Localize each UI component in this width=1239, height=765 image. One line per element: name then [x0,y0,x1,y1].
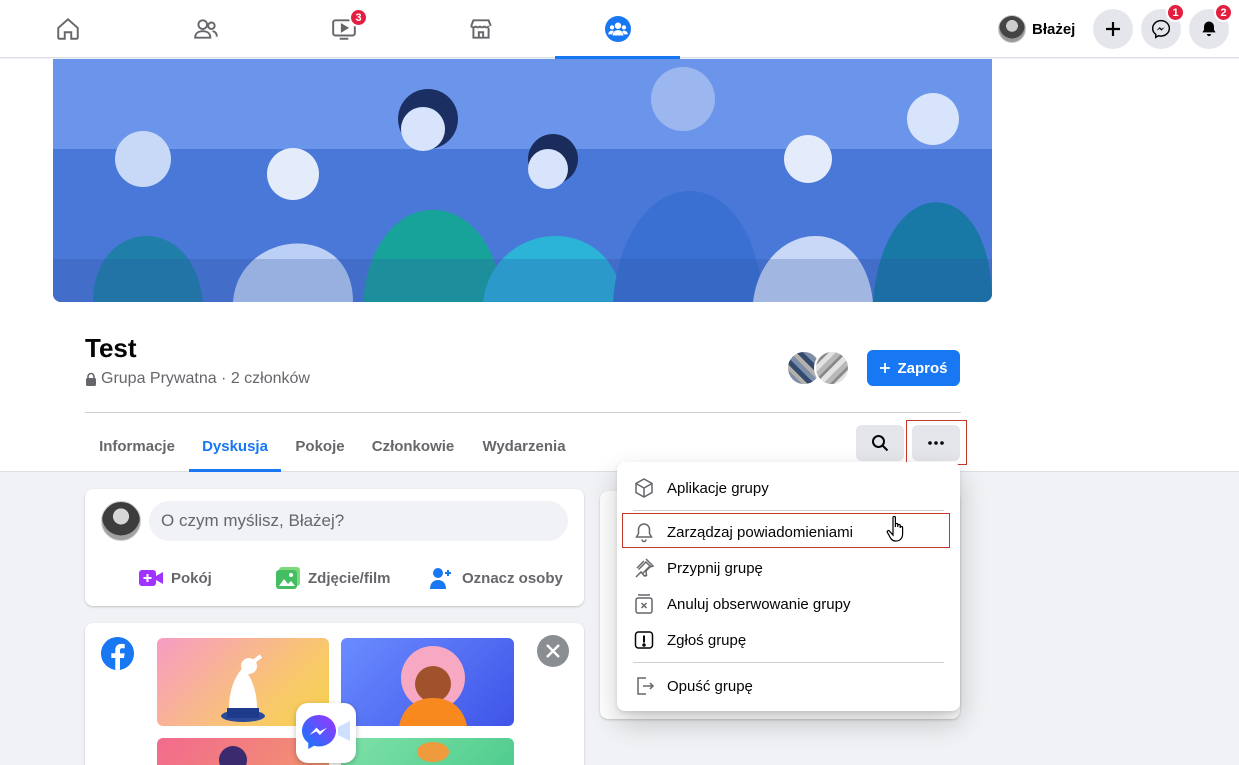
nav-tab-friends[interactable] [143,0,268,58]
promo-card [85,623,584,765]
more-options-button[interactable] [912,425,960,461]
group-cover-image [53,59,992,302]
leave-icon [637,677,655,695]
photo-icon [276,567,300,589]
messenger-badge: 1 [1166,3,1185,22]
profile-chip[interactable]: Błażej [996,10,1081,48]
watch-badge: 3 [349,8,368,27]
tab-pokoje[interactable]: Pokoje [285,420,355,472]
avatar [101,501,141,541]
menu-item-label: Zarządzaj powiadomieniami [667,523,853,541]
tag-people-action[interactable]: Oznacz osoby [430,561,563,595]
tab-informacje[interactable]: Informacje [89,420,185,472]
status-input[interactable] [149,501,568,541]
member-avatar[interactable] [814,350,850,386]
home-icon [56,17,79,40]
marketplace-icon [469,19,492,39]
create-button[interactable] [1093,9,1133,49]
search-icon [872,435,889,452]
invite-label: Zaproś [897,359,948,377]
menu-item-report-group[interactable]: Zgłoś grupę [625,622,952,658]
tag-people-icon [430,568,451,589]
close-promo-button[interactable] [537,635,569,667]
menu-divider [633,510,944,511]
messenger-button[interactable]: 1 [1141,3,1185,49]
nav-tab-watch[interactable]: 3 [281,0,406,58]
member-avatars[interactable] [786,350,850,386]
tab-wydarzenia[interactable]: Wydarzenia [472,420,576,472]
messenger-icon [1151,19,1171,39]
group-privacy-members: Grupa Prywatna · 2 członków [101,370,310,387]
nav-tab-marketplace[interactable] [418,0,543,58]
menu-item-label: Zgłoś grupę [667,631,747,649]
bell-icon [635,523,653,543]
menu-item-unfollow-group[interactable]: Anuluj obserwowanie grupy [625,586,952,622]
notifications-badge: 2 [1214,3,1233,22]
top-navigation: 3 Błażej 1 2 [0,0,1239,59]
group-options-menu: Aplikacje grupy Zarządzaj powiadomieniam… [617,462,960,711]
nav-tab-groups[interactable] [555,0,680,59]
room-label: Pokój [171,569,212,587]
report-icon [634,631,654,649]
tab-czlonkowie[interactable]: Członkowie [361,420,465,472]
menu-item-leave-group[interactable]: Opuść grupę [625,668,952,704]
header-divider [85,412,961,413]
profile-name: Błażej [1032,20,1076,38]
group-title: Test [85,333,137,363]
menu-divider [633,662,944,663]
friends-icon [193,19,218,39]
menu-item-manage-notifications[interactable]: Zarządzaj powiadomieniami [625,514,952,550]
unfollow-icon [635,594,653,614]
menu-item-pin-group[interactable]: Przypnij grupę [625,550,952,586]
group-meta: Grupa Prywatna · 2 członków [85,370,310,388]
lock-icon [86,372,96,386]
close-icon [546,644,560,658]
groups-icon [604,16,631,42]
facebook-logo-icon [101,637,134,670]
more-icon [928,441,944,445]
promo-image [341,738,514,765]
menu-item-label: Opuść grupę [667,677,753,695]
plus-icon [880,363,891,373]
tag-people-label: Oznacz osoby [462,569,563,587]
post-composer: Pokój Zdjęcie/film Oznacz osoby [85,489,584,606]
search-button[interactable] [856,425,904,461]
messenger-rooms-icon [296,703,356,763]
plus-icon [1106,22,1120,36]
menu-item-label: Anuluj obserwowanie grupy [667,595,851,613]
invite-button[interactable]: Zaproś [867,350,960,386]
room-action[interactable]: Pokój [139,561,212,595]
nav-tab-home[interactable] [5,0,130,58]
photo-video-label: Zdjęcie/film [308,569,391,587]
notifications-button[interactable]: 2 [1189,3,1233,49]
menu-item-label: Aplikacje grupy [667,479,769,497]
bell-icon [1202,21,1216,37]
menu-item-group-apps[interactable]: Aplikacje grupy [625,470,952,506]
cube-icon [635,478,653,498]
promo-image [341,638,514,726]
avatar [998,15,1026,43]
tab-dyskusja[interactable]: Dyskusja [189,420,281,472]
photo-video-action[interactable]: Zdjęcie/film [276,561,391,595]
pin-icon [635,558,655,578]
video-room-icon [139,570,163,586]
menu-item-label: Przypnij grupę [667,559,763,577]
